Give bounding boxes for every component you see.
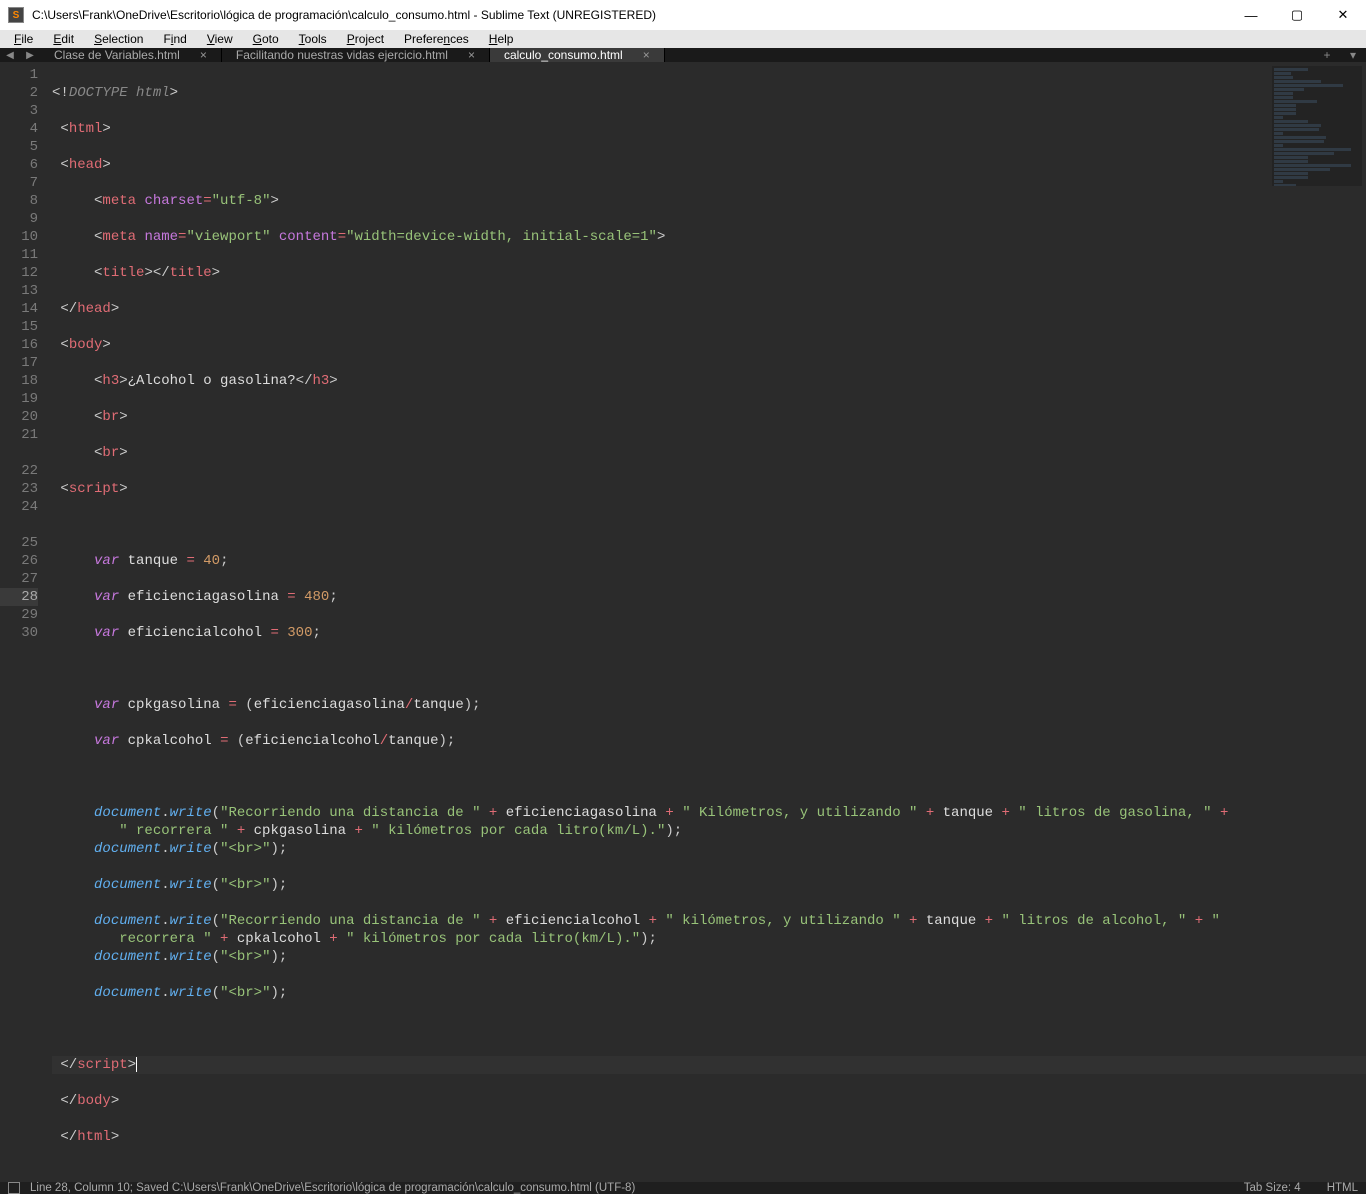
line-number: 9 bbox=[0, 210, 38, 228]
tab-close-icon[interactable]: × bbox=[643, 48, 650, 62]
line-number: 23 bbox=[0, 480, 38, 498]
menu-tools[interactable]: Tools bbox=[289, 30, 337, 48]
line-number: 21 bbox=[0, 426, 38, 444]
line-number: 27 bbox=[0, 570, 38, 588]
status-tab-size[interactable]: Tab Size: 4 bbox=[1244, 1182, 1301, 1194]
statusbar: Line 28, Column 10; Saved C:\Users\Frank… bbox=[0, 1182, 1366, 1194]
minimize-button[interactable]: — bbox=[1228, 0, 1274, 30]
window-title: C:\Users\Frank\OneDrive\Escritorio\lógic… bbox=[32, 8, 1228, 22]
code-area[interactable]: <!DOCTYPE html> <html> <head> <meta char… bbox=[48, 62, 1366, 1182]
line-number: 5 bbox=[0, 138, 38, 156]
line-number: 7 bbox=[0, 174, 38, 192]
line-number: 10 bbox=[0, 228, 38, 246]
maximize-button[interactable]: ▢ bbox=[1274, 0, 1320, 30]
line-number: 16 bbox=[0, 336, 38, 354]
tab-1[interactable]: Facilitando nuestras vidas ejercicio.htm… bbox=[222, 48, 490, 62]
line-number: 1 bbox=[0, 66, 38, 84]
line-number: 4 bbox=[0, 120, 38, 138]
line-number: 26 bbox=[0, 552, 38, 570]
line-number: 11 bbox=[0, 246, 38, 264]
menu-view[interactable]: View bbox=[197, 30, 243, 48]
tab-menu-button[interactable]: ▾ bbox=[1340, 48, 1366, 62]
line-number: 19 bbox=[0, 390, 38, 408]
tab-close-icon[interactable]: × bbox=[200, 48, 207, 62]
menu-project[interactable]: Project bbox=[337, 30, 394, 48]
line-number: 17 bbox=[0, 354, 38, 372]
tab-2[interactable]: calculo_consumo.html × bbox=[490, 48, 665, 62]
line-number: 14 bbox=[0, 300, 38, 318]
line-number: 15 bbox=[0, 318, 38, 336]
tabbar: ◀ ▶ Clase de Variables.html × Facilitand… bbox=[0, 48, 1366, 62]
line-number: 18 bbox=[0, 372, 38, 390]
line-number: 3 bbox=[0, 102, 38, 120]
menu-goto[interactable]: Goto bbox=[243, 30, 289, 48]
line-number: 28 bbox=[0, 588, 38, 606]
window-titlebar: S C:\Users\Frank\OneDrive\Escritorio\lóg… bbox=[0, 0, 1366, 30]
panel-switcher-icon[interactable] bbox=[8, 1182, 20, 1194]
status-left: Line 28, Column 10; Saved C:\Users\Frank… bbox=[30, 1182, 635, 1194]
line-number: 29 bbox=[0, 606, 38, 624]
line-number: 25 bbox=[0, 534, 38, 552]
line-number: 20 bbox=[0, 408, 38, 426]
line-number: 30 bbox=[0, 624, 38, 642]
menu-find[interactable]: Find bbox=[153, 30, 196, 48]
tab-nav-forward[interactable]: ▶ bbox=[20, 48, 40, 62]
menu-preferences[interactable]: Preferences bbox=[394, 30, 479, 48]
menubar: File Edit Selection Find View Goto Tools… bbox=[0, 30, 1366, 48]
line-number: 13 bbox=[0, 282, 38, 300]
line-number: 24 bbox=[0, 498, 38, 516]
menu-selection[interactable]: Selection bbox=[84, 30, 153, 48]
line-number: 2 bbox=[0, 84, 38, 102]
status-syntax[interactable]: HTML bbox=[1327, 1182, 1358, 1194]
menu-edit[interactable]: Edit bbox=[43, 30, 84, 48]
tab-close-icon[interactable]: × bbox=[468, 48, 475, 62]
menu-help[interactable]: Help bbox=[479, 30, 524, 48]
close-button[interactable]: ✕ bbox=[1320, 0, 1366, 30]
minimap[interactable] bbox=[1272, 66, 1362, 186]
text-cursor bbox=[136, 1057, 137, 1072]
app-icon: S bbox=[8, 7, 24, 23]
line-number: 8 bbox=[0, 192, 38, 210]
line-number: 22 bbox=[0, 462, 38, 480]
line-number: 12 bbox=[0, 264, 38, 282]
tab-nav-back[interactable]: ◀ bbox=[0, 48, 20, 62]
menu-file[interactable]: File bbox=[4, 30, 43, 48]
line-number: 6 bbox=[0, 156, 38, 174]
tab-0[interactable]: Clase de Variables.html × bbox=[40, 48, 222, 62]
window-buttons: — ▢ ✕ bbox=[1228, 0, 1366, 30]
editor[interactable]: 123456789101112131415161718192021 222324… bbox=[0, 62, 1366, 1182]
new-tab-button[interactable]: + bbox=[1314, 48, 1340, 62]
line-number-gutter: 123456789101112131415161718192021 222324… bbox=[0, 62, 48, 1182]
tab-label: calculo_consumo.html bbox=[504, 48, 623, 62]
tab-label: Facilitando nuestras vidas ejercicio.htm… bbox=[236, 48, 448, 62]
tab-label: Clase de Variables.html bbox=[54, 48, 180, 62]
